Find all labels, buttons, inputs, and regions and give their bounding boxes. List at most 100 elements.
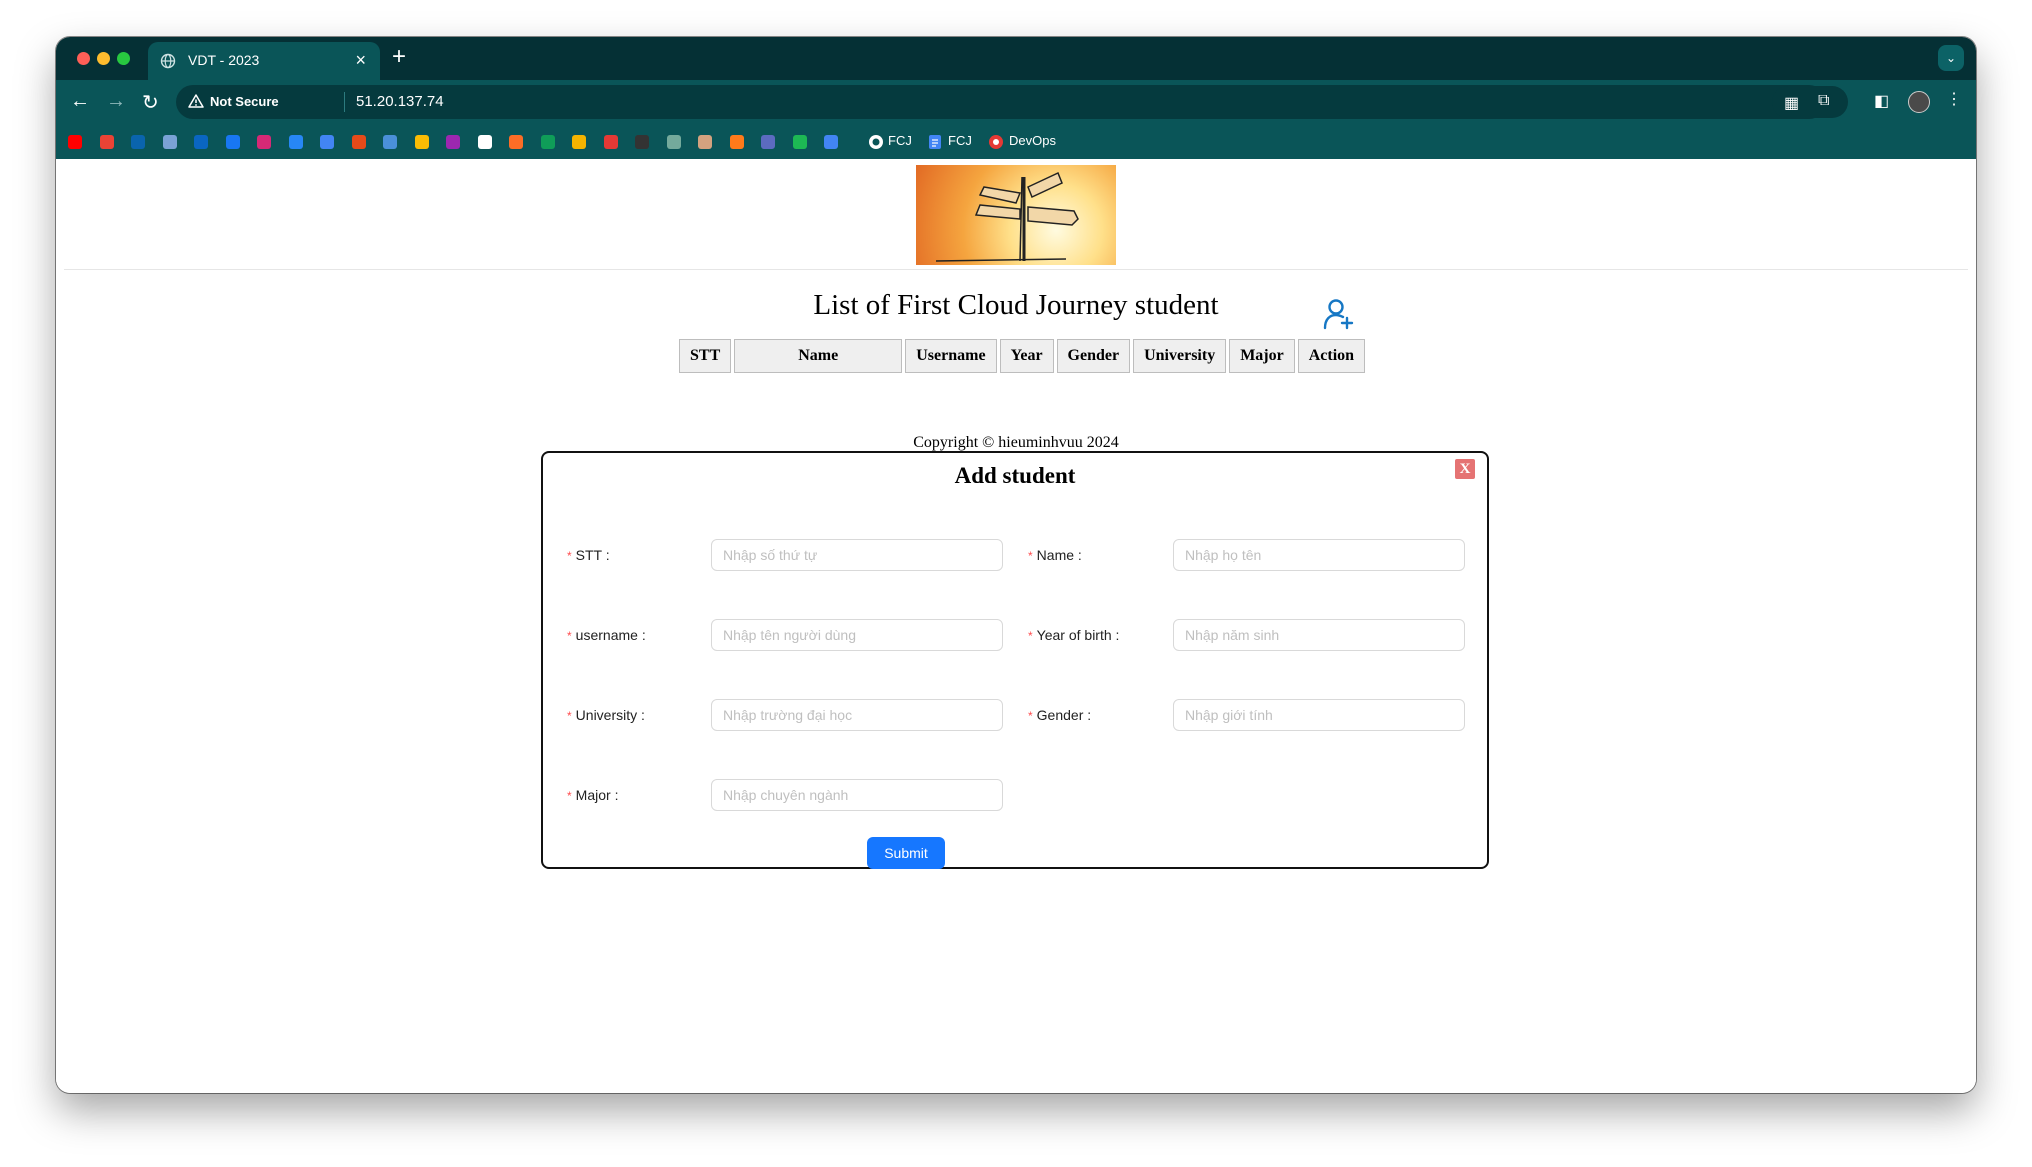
column-header-action: Action [1297, 339, 1366, 373]
required-mark: * [1028, 549, 1033, 563]
dots-icon[interactable] [635, 135, 649, 149]
gender-input[interactable] [1173, 699, 1465, 731]
add-user-icon[interactable] [1322, 297, 1356, 331]
tab-search-button[interactable]: ⌄ [1938, 45, 1964, 71]
required-mark: * [567, 549, 572, 563]
docs-icon[interactable] [928, 134, 942, 150]
copyright-text: Copyright © hieuminhvuu 2024 [913, 434, 1119, 451]
name-label-text: Name [1036, 547, 1075, 563]
bookmark-label[interactable]: FCJ [888, 133, 912, 148]
name-label: * Name : [1028, 547, 1082, 563]
facebook-icon[interactable] [225, 135, 240, 149]
gender-label-text: Gender [1036, 707, 1084, 723]
required-mark: * [1028, 629, 1033, 643]
translate-icon[interactable] [320, 135, 334, 149]
add-student-modal: Add student X *STT : *Name : *username :… [541, 451, 1489, 869]
menu-icon[interactable]: ⋮ [1946, 89, 1962, 109]
address-bar[interactable]: Not Secure 51.20.137.74 [176, 85, 1826, 119]
close-modal-button[interactable]: X [1455, 459, 1475, 479]
page-title: List of First Cloud Journey student [813, 289, 1219, 321]
column-header-gender: Gender [1056, 339, 1131, 373]
tab-strip: VDT - 2023 × + ⌄ [56, 37, 1976, 80]
github-icon[interactable] [477, 135, 492, 149]
table-header-row: STT Name Username Year Gender University… [679, 339, 1366, 373]
devops-icon[interactable] [988, 134, 1004, 150]
university-input[interactable] [711, 699, 1003, 731]
new-tab-button[interactable]: + [392, 43, 406, 71]
maximize-window-button[interactable] [117, 52, 130, 65]
stt-label-text: STT [575, 547, 602, 563]
play-icon[interactable] [446, 135, 460, 149]
drive-icon[interactable] [414, 135, 429, 149]
warning-icon [188, 94, 204, 108]
bookmark-label[interactable]: DevOps [1009, 133, 1056, 148]
search-icon[interactable] [824, 135, 838, 149]
close-window-button[interactable] [77, 52, 90, 65]
vk-icon[interactable] [288, 135, 303, 149]
cloud-icon[interactable] [761, 135, 775, 149]
column-header-major: Major [1229, 339, 1295, 373]
browser-toolbar: ← → ↻ Not Secure 51.20.137.74 ▦ ⧉ ◧ ⋮ [56, 80, 1976, 125]
instagram-icon[interactable] [257, 135, 271, 149]
cube-icon[interactable] [729, 135, 744, 149]
signpost-icon [935, 171, 1079, 262]
university-label: * University : [567, 707, 645, 723]
column-header-name: Name [734, 339, 903, 373]
column-header-university: University [1133, 339, 1227, 373]
profile-avatar[interactable] [1908, 91, 1930, 113]
username-input[interactable] [711, 619, 1003, 651]
sidebar-icon[interactable]: ◧ [1874, 91, 1889, 111]
major-label: * Major : [567, 787, 619, 803]
bolt-icon[interactable] [572, 135, 586, 149]
browser-window: VDT - 2023 × + ⌄ ← → ↻ Not Secure 51.20.… [56, 37, 1976, 1093]
extensions-icon[interactable]: ⧉ [1818, 92, 1829, 110]
github-icon[interactable] [868, 134, 884, 150]
tab-close-icon[interactable]: × [355, 50, 366, 71]
year-of-birth-input[interactable] [1173, 619, 1465, 651]
major-input[interactable] [711, 779, 1003, 811]
back-icon[interactable]: ← [70, 90, 90, 113]
calendar-icon[interactable] [383, 135, 397, 149]
security-label[interactable]: Not Secure [210, 94, 279, 109]
gmail-icon[interactable] [99, 135, 114, 149]
browser-tab[interactable]: VDT - 2023 × [148, 42, 380, 80]
bookmark-label[interactable]: FCJ [948, 133, 972, 148]
outlook-icon[interactable] [131, 135, 145, 149]
name-input[interactable] [1173, 539, 1465, 571]
globe-icon [160, 53, 176, 69]
url-text[interactable]: 51.20.137.74 [356, 93, 444, 110]
leaf-icon[interactable] [792, 135, 807, 149]
chatgpt-icon[interactable] [666, 135, 681, 149]
stt-input[interactable] [711, 539, 1003, 571]
extensions-group: ▦ ⧉ [1772, 86, 1848, 118]
minimize-window-button[interactable] [97, 52, 110, 65]
linkedin-icon[interactable] [194, 135, 208, 149]
divider [344, 92, 345, 112]
app-icon[interactable] [351, 135, 366, 149]
banner-image [916, 165, 1116, 265]
stt-label: * STT : [567, 547, 610, 563]
modal-title: Add student [954, 463, 1076, 488]
required-mark: * [1028, 709, 1033, 723]
gender-label: * Gender : [1028, 707, 1092, 723]
qr-code-icon[interactable]: ▦ [1784, 93, 1799, 113]
gitlab-icon[interactable] [509, 135, 523, 149]
required-mark: * [567, 709, 572, 723]
bird-icon[interactable] [162, 135, 177, 149]
youtube-icon[interactable] [68, 135, 82, 149]
bookmarks-bar: FCJ FCJ DevOps [56, 125, 1976, 159]
page-content: List of First Cloud Journey student STT … [56, 159, 1976, 1093]
username-label: * username : [567, 627, 646, 643]
required-mark: * [567, 629, 572, 643]
forward-icon[interactable]: → [106, 90, 126, 113]
slides-icon[interactable] [603, 135, 618, 149]
column-header-username: Username [905, 339, 997, 373]
submit-button[interactable]: Submit [867, 837, 945, 869]
column-header-stt: STT [679, 339, 732, 373]
anthropic-icon[interactable] [698, 135, 712, 149]
sheets-icon[interactable] [540, 135, 555, 149]
students-table: STT Name Username Year Gender University… [676, 336, 1368, 376]
username-label-text: username [575, 627, 638, 643]
tab-title: VDT - 2023 [188, 52, 260, 68]
reload-icon[interactable]: ↻ [142, 90, 159, 115]
